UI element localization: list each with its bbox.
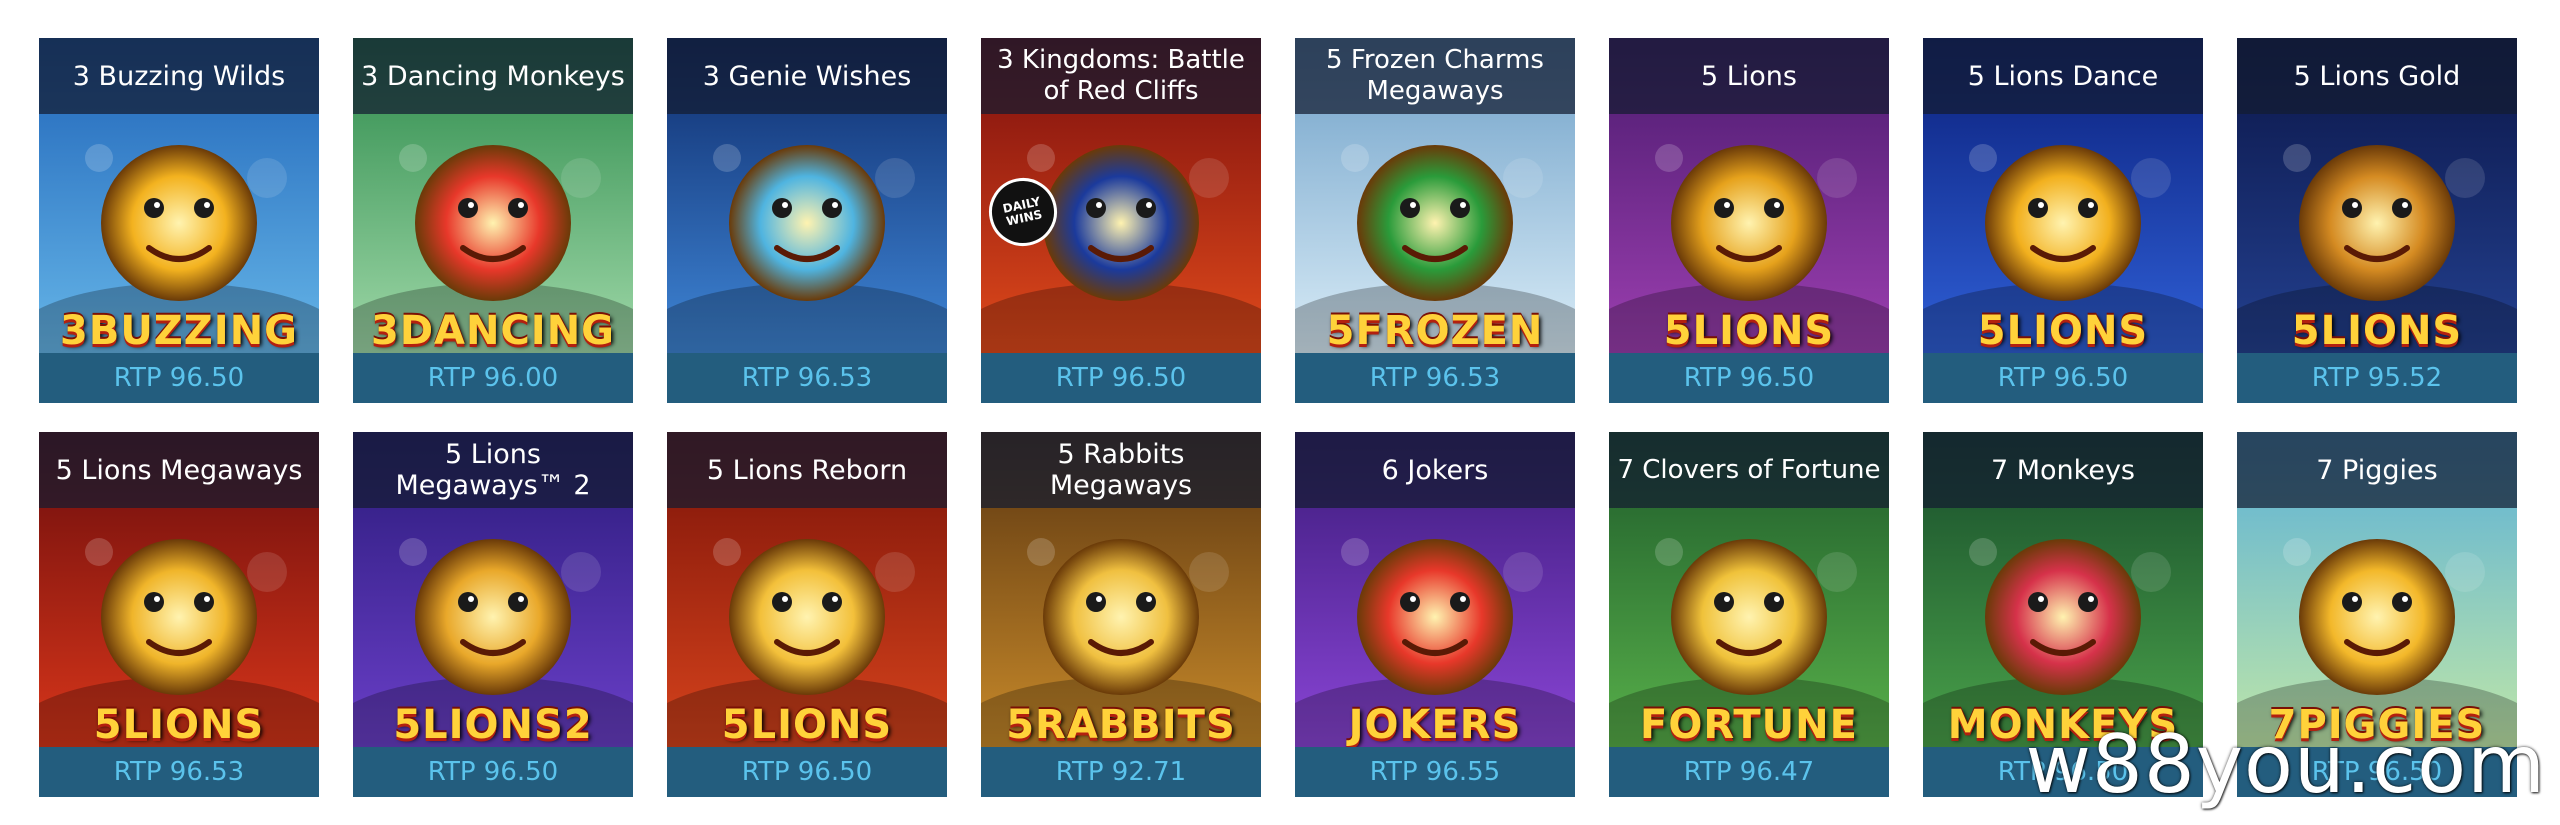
game-title-band: 3 Buzzing Wilds [39,38,319,114]
rtp-band: RTP 96.53 [1295,353,1575,403]
game-logo-art: 5LIONS [2291,308,2463,354]
game-title: 5 Lions Reborn [706,454,908,486]
game-title-band: 5 Frozen Charms Megaways [1295,38,1575,114]
rtp-value: RTP 96.00 [427,363,559,393]
game-title-band: 3 Dancing Monkeys [353,38,633,114]
game-card-5-frozen-charms-megaways[interactable]: 5FROZEN 5 Frozen Charms Megaways RTP 96.53 [1295,38,1575,403]
rtp-value: RTP 96.50 [427,757,559,787]
rtp-value: RTP 96.50 [1997,363,2129,393]
rtp-value: RTP 95.52 [2311,363,2443,393]
game-card-5-rabbits-megaways[interactable]: 5RABBITS 5 Rabbits Megaways RTP 92.71 [981,432,1261,797]
game-title-band: 3 Genie Wishes [667,38,947,114]
game-logo-art: 5FROZEN [1326,308,1544,354]
game-logo-art: 5RABBITS [1006,702,1236,748]
game-card-5-lions[interactable]: 5LIONS 5 Lions RTP 96.50 [1609,38,1889,403]
rtp-band: RTP 95.52 [2237,353,2517,403]
game-gallery-page: 3BUZZING 3 Buzzing Wilds RTP 96.50 3DANCING… [0,0,2560,825]
game-card-5-lions-dance[interactable]: 5LIONS 5 Lions Dance RTP 96.50 [1923,38,2203,403]
rtp-band: RTP 92.71 [981,747,1261,797]
rtp-band: RTP 96.53 [667,353,947,403]
game-title-band: 5 Lions Reborn [667,432,947,508]
rtp-band: RTP 96.50 [353,747,633,797]
rtp-band: RTP 96.50 [1609,353,1889,403]
game-card-3-kingdoms-battle-of-red-cliffs[interactable]: DAILY WINS 3 Kingdoms: Battle of Red Clif… [981,38,1261,403]
game-card-6-jokers[interactable]: JOKERS 6 Jokers RTP 96.55 [1295,432,1575,797]
game-title: 7 Monkeys [1990,454,2136,486]
game-title: 5 Lions [1700,60,1797,92]
rtp-value: RTP 96.53 [113,757,245,787]
rtp-band: RTP 96.53 [39,747,319,797]
game-logo-art: 5LIONS [721,702,893,748]
rtp-value: RTP 96.55 [1369,757,1501,787]
game-card-3-dancing-monkeys[interactable]: 3DANCING 3 Dancing Monkeys RTP 96.00 [353,38,633,403]
game-title: 3 Genie Wishes [702,60,912,92]
game-title: 3 Buzzing Wilds [72,60,286,92]
game-logo-art: FORTUNE [1640,702,1858,748]
game-title-band: 5 Lions Megaways™ 2 [353,432,633,508]
game-title: 5 Lions Megaways [55,454,303,486]
rtp-band: RTP 96.47 [1609,747,1889,797]
game-title: 7 Clovers of Fortune [1617,454,1881,485]
game-title: 6 Jokers [1381,454,1489,486]
game-title-band: 5 Lions Dance [1923,38,2203,114]
rtp-value: RTP 96.50 [1055,363,1187,393]
game-title: 5 Frozen Charms Megaways [1326,45,1544,106]
rtp-band: RTP 96.50 [39,353,319,403]
game-title-band: 6 Jokers [1295,432,1575,508]
game-card-3-buzzing-wilds[interactable]: 3BUZZING 3 Buzzing Wilds RTP 96.50 [39,38,319,403]
game-title-band: 5 Rabbits Megaways [981,432,1261,508]
game-logo-art: 3BUZZING [60,308,298,354]
game-logo-art: 5LIONS [1663,308,1835,354]
game-title: 5 Lions Gold [2293,60,2461,92]
rtp-band: RTP 96.00 [353,353,633,403]
rtp-value: RTP 96.53 [741,363,873,393]
site-watermark: w88you.com [2025,718,2546,811]
game-card-7-clovers-of-fortune[interactable]: FORTUNE 7 Clovers of Fortune RTP 96.47 [1609,432,1889,797]
game-logo-art: 5LIONS2 [393,702,593,748]
rtp-value: RTP 96.50 [113,363,245,393]
game-title: 5 Lions Dance [1967,60,2159,92]
rtp-band: RTP 96.50 [981,353,1261,403]
game-logo-art: 5LIONS [93,702,265,748]
rtp-value: RTP 96.50 [1683,363,1815,393]
game-logo-art: 3DANCING [370,308,615,354]
game-title: 7 Piggies [2316,454,2438,486]
rtp-band: RTP 96.55 [1295,747,1575,797]
rtp-band: RTP 96.50 [1923,353,2203,403]
game-title-band: 5 Lions Megaways [39,432,319,508]
rtp-value: RTP 92.71 [1055,757,1187,787]
game-logo-art: JOKERS [1348,702,1522,748]
rtp-value: RTP 96.47 [1683,757,1815,787]
game-title-band: 5 Lions [1609,38,1889,114]
game-title-band: 7 Piggies [2237,432,2517,508]
game-title: 3 Dancing Monkeys [361,60,625,92]
game-title-band: 3 Kingdoms: Battle of Red Cliffs [981,38,1261,114]
rtp-value: RTP 96.50 [741,757,873,787]
game-card-5-lions-gold[interactable]: 5LIONS 5 Lions Gold RTP 95.52 [2237,38,2517,403]
game-title: 5 Lions Megaways™ 2 [395,439,591,501]
game-title-band: 7 Monkeys [1923,432,2203,508]
game-title: 5 Rabbits Megaways [1049,439,1193,501]
game-card-5-lions-megaways[interactable]: 5LIONS 5 Lions Megaways RTP 96.53 [39,432,319,797]
game-title-band: 5 Lions Gold [2237,38,2517,114]
game-logo-art: 5LIONS [1977,308,2149,354]
game-card-5-lions-megaways-2[interactable]: 5LIONS2 5 Lions Megaways™ 2 RTP 96.50 [353,432,633,797]
rtp-value: RTP 96.53 [1369,363,1501,393]
game-card-3-genie-wishes[interactable]: 3 Genie Wishes RTP 96.53 [667,38,947,403]
game-grid: 3BUZZING 3 Buzzing Wilds RTP 96.50 3DANCING… [39,38,2517,797]
game-title: 3 Kingdoms: Battle of Red Cliffs [997,45,1245,106]
game-card-5-lions-reborn[interactable]: 5LIONS 5 Lions Reborn RTP 96.50 [667,432,947,797]
game-title-band: 7 Clovers of Fortune [1609,432,1889,508]
rtp-band: RTP 96.50 [667,747,947,797]
